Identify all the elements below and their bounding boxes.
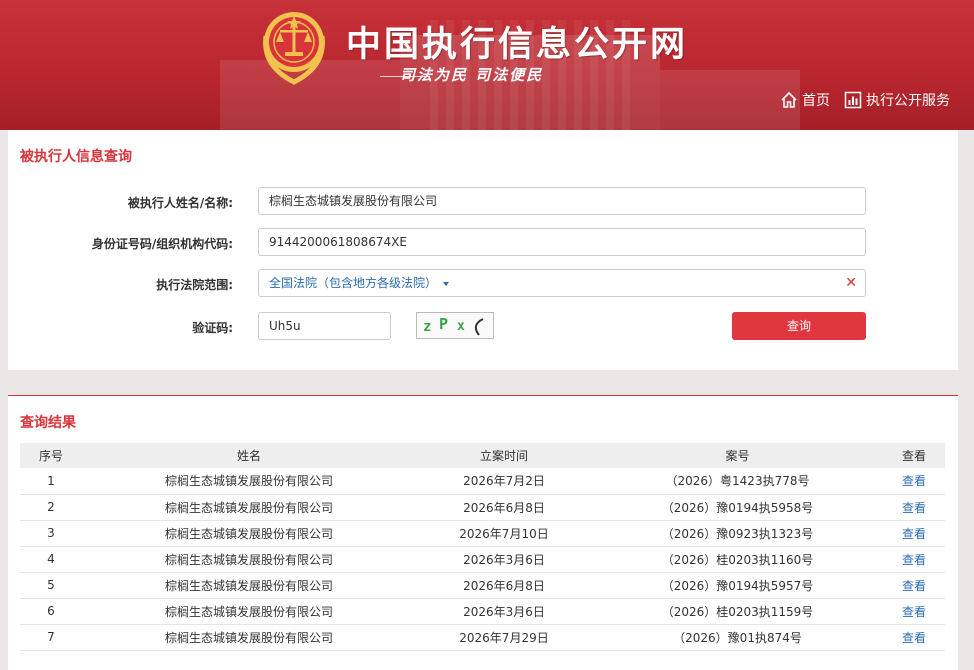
svg-text:x: x	[457, 319, 465, 334]
row-number: 3	[20, 520, 82, 547]
name-input[interactable]: 棕榈生态城镇发展股份有限公司	[258, 187, 866, 215]
row-date: 2026年3月6日	[416, 546, 592, 573]
clear-icon[interactable]: ✕	[845, 270, 857, 296]
top-nav: 首页 执行公开服务	[780, 90, 950, 110]
search-panel-title: 被执行人信息查询	[20, 149, 132, 165]
row-name: 棕榈生态城镇发展股份有限公司	[82, 468, 416, 495]
column-header: 查看	[883, 443, 945, 468]
chart-icon	[844, 91, 862, 109]
chevron-down-icon	[443, 281, 450, 286]
captcha-field-label: 验证码:	[192, 321, 233, 335]
row-date: 2026年7月10日	[416, 520, 592, 547]
row-name: 棕榈生态城镇发展股份有限公司	[82, 598, 416, 625]
row-case-number: （2026）豫0194执5958号	[592, 494, 883, 521]
site-header: 中国执行信息公开网 司法为民 司法便民 首页 执行公开服务	[0, 0, 974, 130]
table-row: 6 棕榈生态城镇发展股份有限公司 2026年3月6日 （2026）桂0203执1…	[20, 598, 945, 625]
column-header: 立案时间	[416, 443, 592, 468]
row-name: 棕榈生态城镇发展股份有限公司	[82, 494, 416, 521]
svg-text:z: z	[423, 319, 431, 335]
results-panel-title: 查询结果	[20, 415, 76, 431]
row-number: 6	[20, 598, 82, 625]
site-title: 中国执行信息公开网	[346, 25, 689, 65]
row-name: 棕榈生态城镇发展股份有限公司	[82, 572, 416, 599]
view-link[interactable]: 查看	[883, 546, 945, 573]
captcha-glyphs: z P x	[423, 315, 484, 336]
row-case-number: （2026）豫01执874号	[592, 624, 883, 651]
table-row: 5 棕榈生态城镇发展股份有限公司 2026年6月8日 （2026）豫0194执5…	[20, 572, 945, 599]
court-select[interactable]: 全国法院（包含地方各级法院） ✕	[258, 269, 866, 297]
column-header: 案号	[592, 443, 883, 468]
site-slogan: 司法为民 司法便民	[400, 66, 544, 84]
table-row: 3 棕榈生态城镇发展股份有限公司 2026年7月10日 （2026）豫0923执…	[20, 520, 945, 547]
row-number: 5	[20, 572, 82, 599]
table-row: 7 棕榈生态城镇发展股份有限公司 2026年7月29日 （2026）豫01执87…	[20, 624, 945, 651]
view-link[interactable]: 查看	[883, 624, 945, 651]
row-name: 棕榈生态城镇发展股份有限公司	[82, 520, 416, 547]
row-date: 2026年7月29日	[416, 624, 592, 651]
row-name: 棕榈生态城镇发展股份有限公司	[82, 546, 416, 573]
search-panel: 被执行人信息查询 被执行人姓名/名称: 棕榈生态城镇发展股份有限公司 身份证号码…	[8, 130, 958, 370]
table-row: 4 棕榈生态城镇发展股份有限公司 2026年3月6日 （2026）桂0203执1…	[20, 546, 945, 573]
row-date: 2026年7月2日	[416, 468, 592, 495]
view-link[interactable]: 查看	[883, 468, 945, 495]
row-date: 2026年6月8日	[416, 494, 592, 521]
captcha-input[interactable]: Uh5u	[258, 312, 391, 340]
column-header: 序号	[20, 443, 82, 468]
row-number: 1	[20, 468, 82, 495]
row-case-number: （2026）豫0194执5957号	[592, 572, 883, 599]
building-silhouette	[660, 70, 800, 130]
row-number: 7	[20, 624, 82, 651]
nav-home-label: 首页	[802, 93, 830, 109]
id-code-field-label: 身份证号码/组织机构代码:	[91, 237, 233, 251]
id-code-input[interactable]: 9144200061808674XE	[258, 228, 866, 256]
row-name: 棕榈生态城镇发展股份有限公司	[82, 624, 416, 651]
results-table: 序号 姓名 立案时间 案号 查看 1 棕榈生态城镇发展股份有限公司 2026年7…	[20, 443, 945, 651]
court-emblem-icon	[263, 12, 325, 85]
home-icon	[781, 91, 797, 108]
row-date: 2026年6月8日	[416, 572, 592, 599]
table-row: 1 棕榈生态城镇发展股份有限公司 2026年7月2日 （2026）粤1423执7…	[20, 468, 945, 495]
query-button[interactable]: 查询	[732, 312, 866, 340]
nav-execution-service[interactable]: 执行公开服务	[844, 90, 950, 110]
view-link[interactable]: 查看	[883, 572, 945, 599]
table-row: 2 棕榈生态城镇发展股份有限公司 2026年6月8日 （2026）豫0194执5…	[20, 494, 945, 521]
row-date: 2026年3月6日	[416, 598, 592, 625]
svg-text:P: P	[439, 315, 448, 333]
table-header-row: 序号 姓名 立案时间 案号 查看	[20, 443, 945, 468]
captcha-image[interactable]: z P x	[416, 312, 494, 339]
view-link[interactable]: 查看	[883, 494, 945, 521]
row-case-number: （2026）桂0203执1160号	[592, 546, 883, 573]
row-number: 2	[20, 494, 82, 521]
results-panel: 查询结果 序号 姓名 立案时间 案号 查看 1 棕榈生态城镇发展股份有限公司 2…	[8, 395, 958, 670]
court-select-value: 全国法院（包含地方各级法院）	[269, 276, 438, 290]
row-case-number: （2026）粤1423执778号	[592, 468, 883, 495]
row-number: 4	[20, 546, 82, 573]
row-case-number: （2026）豫0923执1323号	[592, 520, 883, 547]
view-link[interactable]: 查看	[883, 598, 945, 625]
row-case-number: （2026）桂0203执1159号	[592, 598, 883, 625]
nav-home[interactable]: 首页	[780, 90, 830, 110]
court-field-label: 执行法院范围:	[156, 278, 233, 292]
column-header: 姓名	[82, 443, 416, 468]
nav-execution-service-label: 执行公开服务	[866, 93, 950, 109]
name-field-label: 被执行人姓名/名称:	[127, 196, 233, 210]
view-link[interactable]: 查看	[883, 520, 945, 547]
